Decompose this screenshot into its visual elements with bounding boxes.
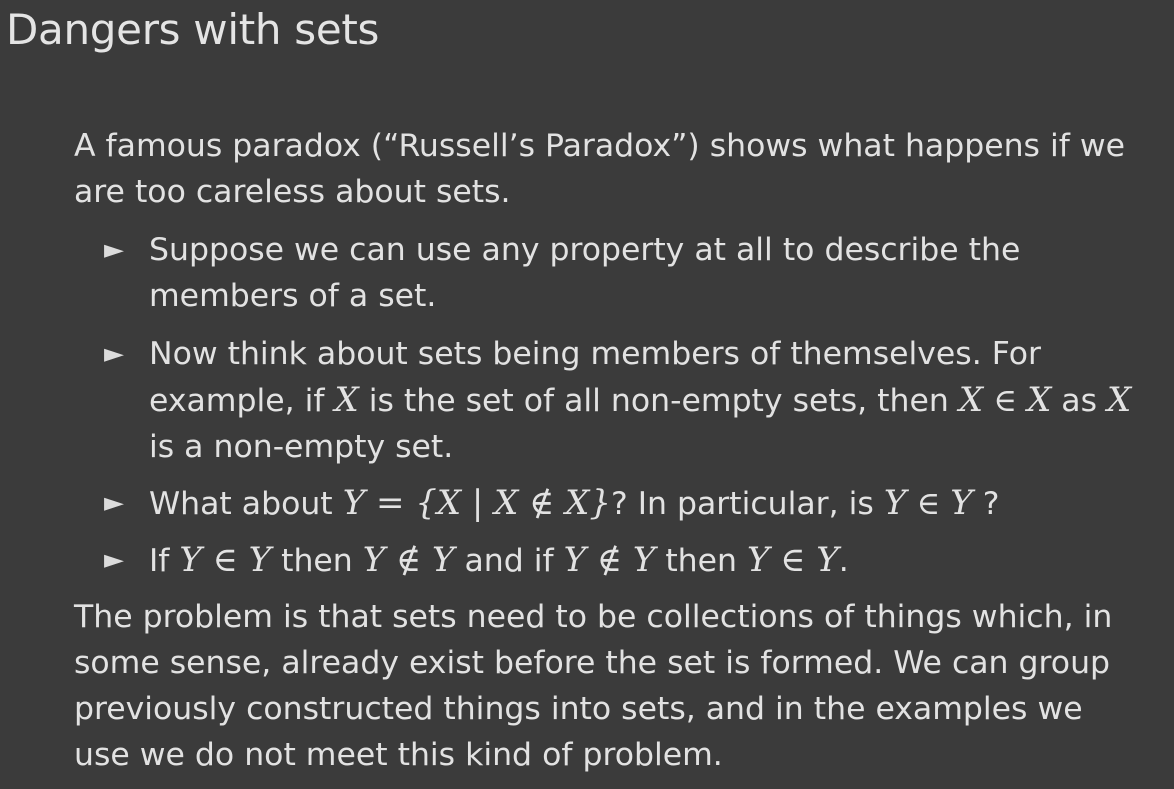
- bullet-item-self-membership: ► Now think about sets being members of …: [104, 331, 1134, 470]
- text-fragment: then: [271, 543, 363, 579]
- math-expression: Y ∈ Y: [747, 540, 839, 580]
- math-relation: ∈: [906, 484, 951, 522]
- math-expression: Y ∈ Y: [179, 540, 272, 580]
- text-fragment: What about: [149, 486, 343, 522]
- text-fragment: as: [1051, 383, 1108, 419]
- math-expression: Y ∉ Y: [563, 540, 656, 580]
- bullet-marker-icon: ►: [104, 339, 124, 369]
- math-relation: ∈: [983, 381, 1028, 419]
- bullet-text: Now think about sets being members of th…: [149, 331, 1134, 470]
- text-fragment: is a non-empty set.: [149, 429, 454, 465]
- text-fragment: ?: [972, 486, 1000, 522]
- slide-title: Dangers with sets: [6, 5, 380, 54]
- bullet-item-property: ► Suppose we can use any property at all…: [104, 227, 1134, 319]
- math-variable: Y: [883, 483, 907, 523]
- bullet-item-russell-set: ► What about Y = {X | X ∉ X}? In particu…: [104, 480, 1134, 527]
- math-expression: Y = {X | X ∉ X}: [342, 483, 611, 523]
- conclusion-paragraph: The problem is that sets need to be coll…: [74, 599, 1113, 773]
- text-fragment: .: [838, 543, 849, 579]
- math-variable: X: [1027, 380, 1052, 420]
- bullet-text: Suppose we can use any property at all t…: [149, 232, 1021, 314]
- text-fragment: Now think about sets being members of th…: [149, 336, 1041, 419]
- bullet-text: If Y ∈ Y then Y ∉ Y and if Y ∉ Y then Y …: [149, 537, 1134, 584]
- bullet-marker-icon: ►: [104, 235, 124, 265]
- math-expression: Y ∉ Y: [362, 540, 455, 580]
- math-variable: Y: [950, 483, 973, 523]
- bullet-marker-icon: ►: [104, 488, 124, 518]
- text-fragment: is the set of all non-empty sets, then: [358, 383, 959, 419]
- text-fragment: and if: [454, 543, 564, 579]
- text-fragment: then: [655, 543, 747, 579]
- intro-paragraph: A famous paradox (“Russell’s Paradox”) s…: [74, 128, 1125, 210]
- bullet-item-contradiction: ► If Y ∈ Y then Y ∉ Y and if Y ∉ Y then …: [104, 537, 1134, 584]
- bullet-text: What about Y = {X | X ∉ X}? In particula…: [149, 480, 1134, 527]
- bullet-marker-icon: ►: [104, 545, 124, 575]
- text-fragment: ? In particular, is: [610, 486, 884, 522]
- math-variable: X: [334, 380, 359, 420]
- math-variable: X: [1107, 380, 1132, 420]
- text-fragment: If: [149, 543, 180, 579]
- math-variable: X: [958, 380, 984, 420]
